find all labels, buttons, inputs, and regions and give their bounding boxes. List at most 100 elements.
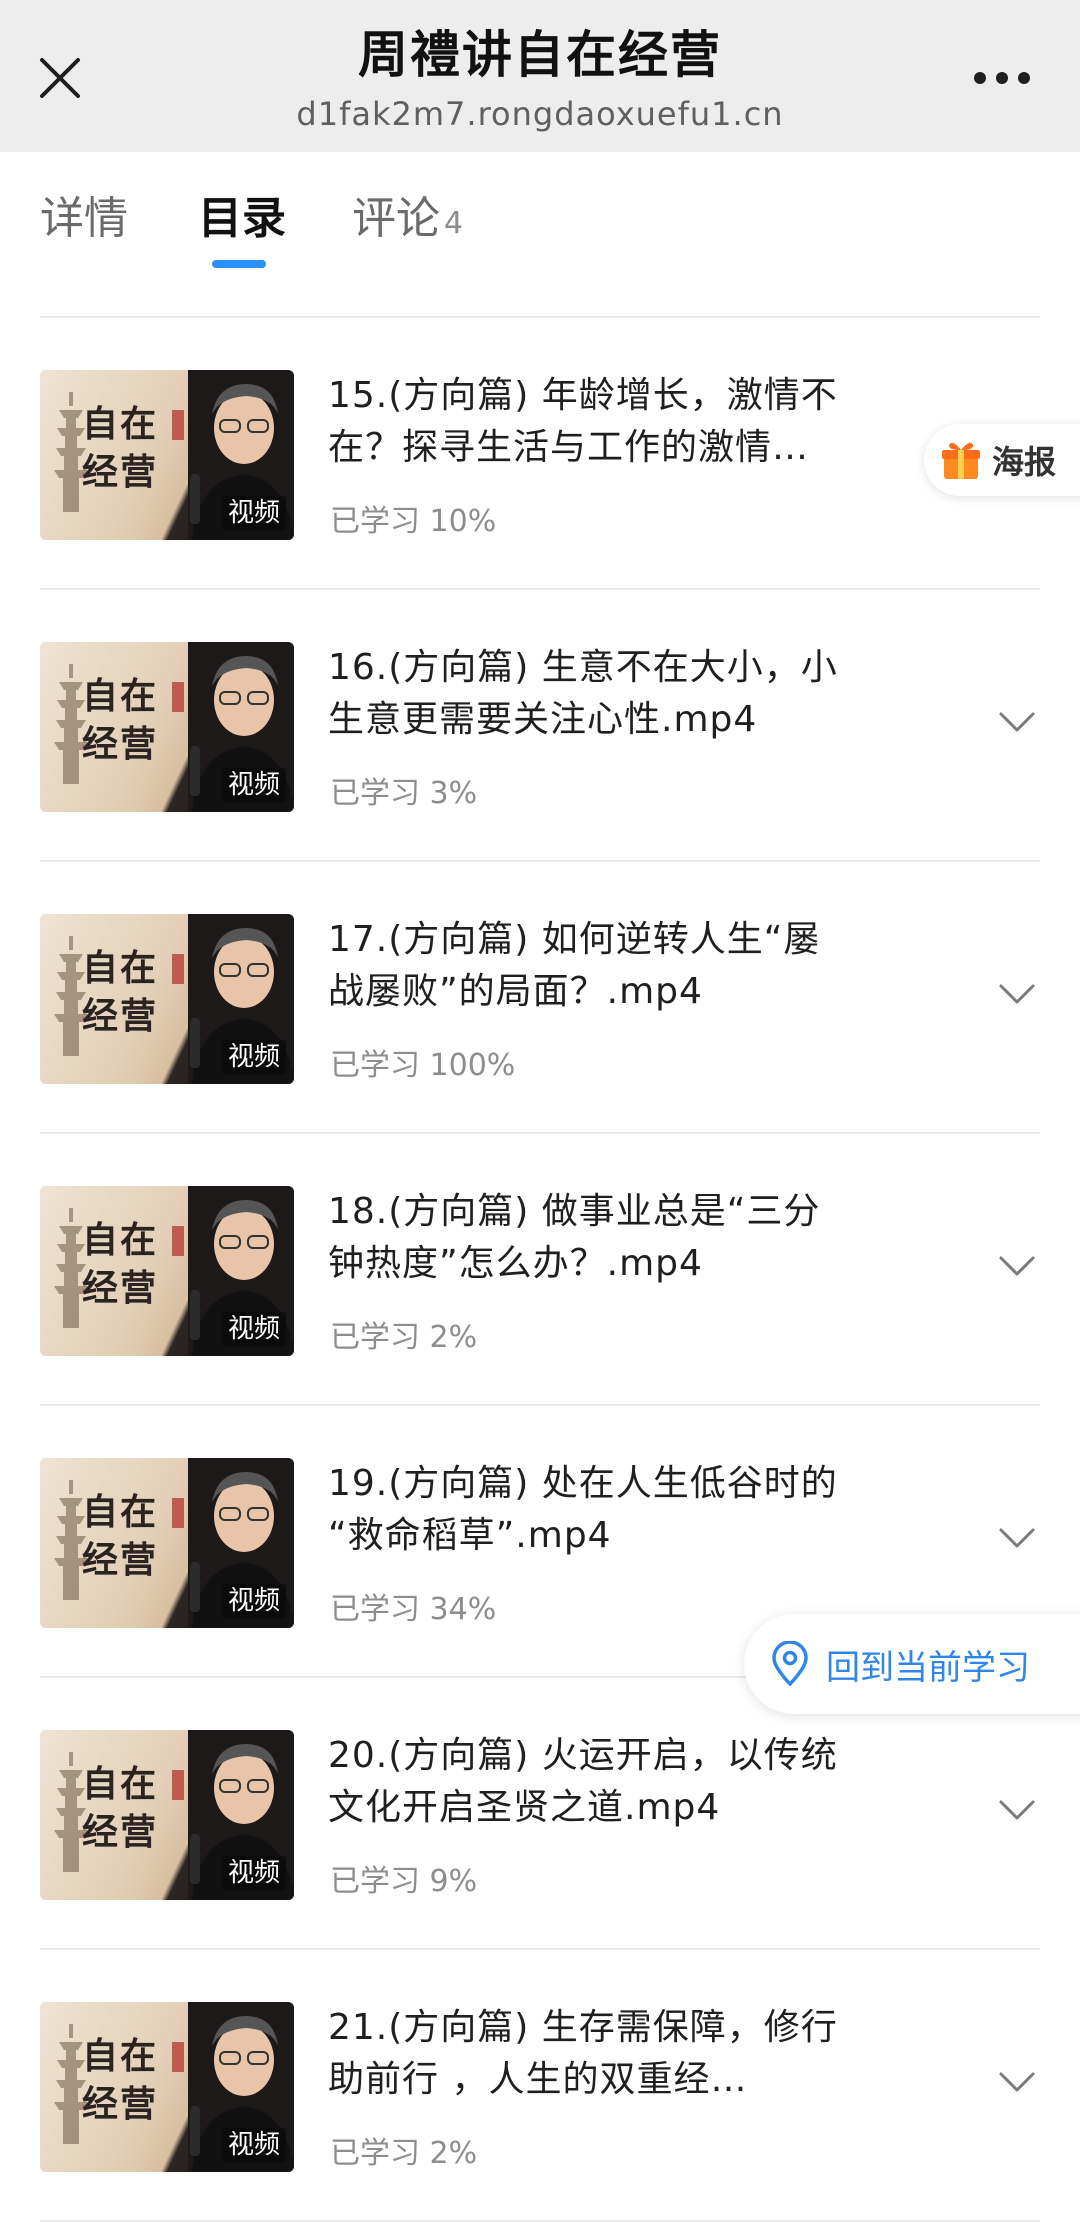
lesson-thumbnail: 自在 经营 视频	[40, 642, 294, 812]
red-seal	[172, 1498, 184, 1528]
lesson-thumbnail: 自在 经营 视频	[40, 914, 294, 1084]
lesson-thumbnail: 自在 经营 视频	[40, 1186, 294, 1356]
thumbnail-calligraphy: 自在 经营	[82, 400, 162, 496]
red-seal	[172, 682, 184, 712]
red-seal	[172, 954, 184, 984]
red-seal	[172, 1226, 184, 1256]
calligraphy-line: 自在	[82, 1219, 159, 1261]
calligraphy-line: 经营	[82, 723, 159, 765]
lesson-item[interactable]: 自在 经营 视频 16.(方向篇) 生意不在大小，小 生意更需要关注心性.mp4…	[0, 590, 1080, 862]
back-to-current-button[interactable]: 回到当前学习	[744, 1614, 1080, 1714]
lesson-thumbnail: 自在 经营 视频	[40, 370, 294, 540]
calligraphy-line: 自在	[82, 403, 159, 445]
lesson-thumbnail: 自在 经营 视频	[40, 1458, 294, 1628]
lesson-title-line: 20.(方向篇) 火运开启，以传统	[328, 1735, 838, 1776]
lesson-title-line: 17.(方向篇) 如何逆转人生“屡	[328, 919, 821, 960]
tab-label: 评论	[352, 193, 440, 244]
gift-icon	[942, 442, 980, 479]
lesson-title: 16.(方向篇) 生意不在大小，小 生意更需要关注心性.mp4	[328, 642, 888, 746]
red-seal	[172, 2042, 184, 2072]
poster-button[interactable]: 海报	[924, 424, 1080, 496]
lesson-progress: 已学习 9%	[330, 1864, 478, 1899]
page-title: 周禮讲自在经营	[358, 26, 722, 84]
lesson-title: 15.(方向篇) 年龄增长，激情不 在？探寻生活与工作的激情…	[328, 370, 888, 474]
lesson-title-line: 16.(方向篇) 生意不在大小，小	[328, 647, 838, 688]
chevron-down-icon[interactable]	[998, 1526, 1036, 1550]
video-tag: 视频	[221, 1584, 286, 1618]
video-tag: 视频	[221, 1040, 286, 1074]
close-button[interactable]	[30, 48, 90, 108]
calligraphy-line: 自在	[82, 2035, 159, 2077]
lesson-progress: 已学习 2%	[330, 2136, 478, 2171]
calligraphy-line: 经营	[82, 1539, 159, 1581]
lesson-item[interactable]: 自在 经营 视频 17.(方向篇) 如何逆转人生“屡 战屡败”的局面？.mp4 …	[0, 862, 1080, 1134]
video-tag: 视频	[221, 768, 286, 802]
chevron-down-icon[interactable]	[998, 1798, 1036, 1822]
lesson-title: 18.(方向篇) 做事业总是“三分 钟热度”怎么办？.mp4	[328, 1186, 888, 1290]
calligraphy-line: 经营	[82, 2083, 159, 2125]
lesson-title-line: 钟热度”怎么办？.mp4	[328, 1243, 703, 1284]
calligraphy-line: 经营	[82, 1267, 159, 1309]
chevron-down-icon[interactable]	[998, 1254, 1036, 1278]
lesson-title-line: 21.(方向篇) 生存需保障，修行	[328, 2007, 838, 2048]
calligraphy-line: 经营	[82, 451, 159, 493]
tab-label: 目录	[198, 193, 286, 244]
title-block: 周禮讲自在经营 d1fak2m7.rongdaoxuefu1.cn	[160, 22, 920, 136]
active-tab-indicator	[212, 260, 266, 268]
lesson-title-line: 生意更需要关注心性.mp4	[328, 699, 758, 740]
comment-count: 4	[444, 206, 464, 241]
lesson-item[interactable]: 自在 经营 视频 15.(方向篇) 年龄增长，激情不 在？探寻生活与工作的激情……	[0, 318, 1080, 590]
lesson-title-line: 18.(方向篇) 做事业总是“三分	[328, 1191, 821, 1232]
calligraphy-line: 经营	[82, 1811, 159, 1853]
video-tag: 视频	[221, 496, 286, 530]
thumbnail-calligraphy: 自在 经营	[82, 944, 162, 1040]
lesson-progress: 已学习 10%	[330, 504, 497, 539]
chevron-down-icon[interactable]	[998, 982, 1036, 1006]
tab-comments[interactable]: 评论 4	[352, 182, 463, 246]
video-tag: 视频	[221, 2128, 286, 2162]
thumbnail-calligraphy: 自在 经营	[82, 2032, 162, 2128]
lesson-thumbnail: 自在 经营 视频	[40, 2002, 294, 2172]
close-icon	[40, 58, 80, 98]
lesson-title: 19.(方向篇) 处在人生低谷时的 “救命稻草”.mp4	[328, 1458, 888, 1562]
red-seal	[172, 410, 184, 440]
calligraphy-line: 经营	[82, 995, 159, 1037]
video-tag: 视频	[221, 1856, 286, 1890]
location-pin-icon	[772, 1641, 808, 1686]
thumbnail-calligraphy: 自在 经营	[82, 672, 162, 768]
calligraphy-line: 自在	[82, 947, 159, 989]
lesson-thumbnail: 自在 经营 视频	[40, 1730, 294, 1900]
thumbnail-calligraphy: 自在 经营	[82, 1488, 162, 1584]
lesson-title-line: 19.(方向篇) 处在人生低谷时的	[328, 1463, 838, 1504]
lesson-title-line: 在？探寻生活与工作的激情…	[328, 427, 810, 468]
tab-details[interactable]: 详情	[40, 182, 128, 246]
tab-label: 详情	[40, 193, 128, 244]
more-button[interactable]	[964, 50, 1040, 106]
page-url: d1fak2m7.rongdaoxuefu1.cn	[296, 95, 784, 133]
lesson-progress: 已学习 100%	[330, 1048, 516, 1083]
chevron-down-icon[interactable]	[998, 2070, 1036, 2094]
lesson-item[interactable]: 自在 经营 视频 18.(方向篇) 做事业总是“三分 钟热度”怎么办？.mp4 …	[0, 1134, 1080, 1406]
lesson-title: 20.(方向篇) 火运开启，以传统 文化开启圣贤之道.mp4	[328, 1730, 888, 1834]
poster-label: 海报	[992, 443, 1057, 481]
calligraphy-line: 自在	[82, 1763, 159, 1805]
lesson-item[interactable]: 自在 经营 视频 21.(方向篇) 生存需保障，修行 助前行 ，人生的双重经… …	[0, 1950, 1080, 2222]
back-to-current-label: 回到当前学习	[826, 1647, 1030, 1688]
top-bar: 周禮讲自在经营 d1fak2m7.rongdaoxuefu1.cn	[0, 0, 1080, 152]
lesson-title: 21.(方向篇) 生存需保障，修行 助前行 ，人生的双重经…	[328, 2002, 888, 2106]
tab-bar: 详情 目录 评论 4	[0, 152, 1080, 316]
chevron-down-icon[interactable]	[998, 710, 1036, 734]
lesson-title-line: “救命稻草”.mp4	[328, 1515, 612, 1556]
calligraphy-line: 自在	[82, 1491, 159, 1533]
video-tag: 视频	[221, 1312, 286, 1346]
lesson-title-line: 助前行 ，人生的双重经…	[328, 2059, 748, 2100]
tab-catalog[interactable]: 目录	[198, 182, 286, 246]
lesson-progress: 已学习 34%	[330, 1592, 497, 1627]
thumbnail-calligraphy: 自在 经营	[82, 1216, 162, 1312]
lesson-title-line: 15.(方向篇) 年龄增长，激情不	[328, 375, 838, 416]
lesson-item[interactable]: 自在 经营 视频 20.(方向篇) 火运开启，以传统 文化开启圣贤之道.mp4 …	[0, 1678, 1080, 1950]
lesson-progress: 已学习 2%	[330, 1320, 478, 1355]
calligraphy-line: 自在	[82, 675, 159, 717]
lesson-progress: 已学习 3%	[330, 776, 478, 811]
more-dots-icon	[969, 72, 1035, 84]
